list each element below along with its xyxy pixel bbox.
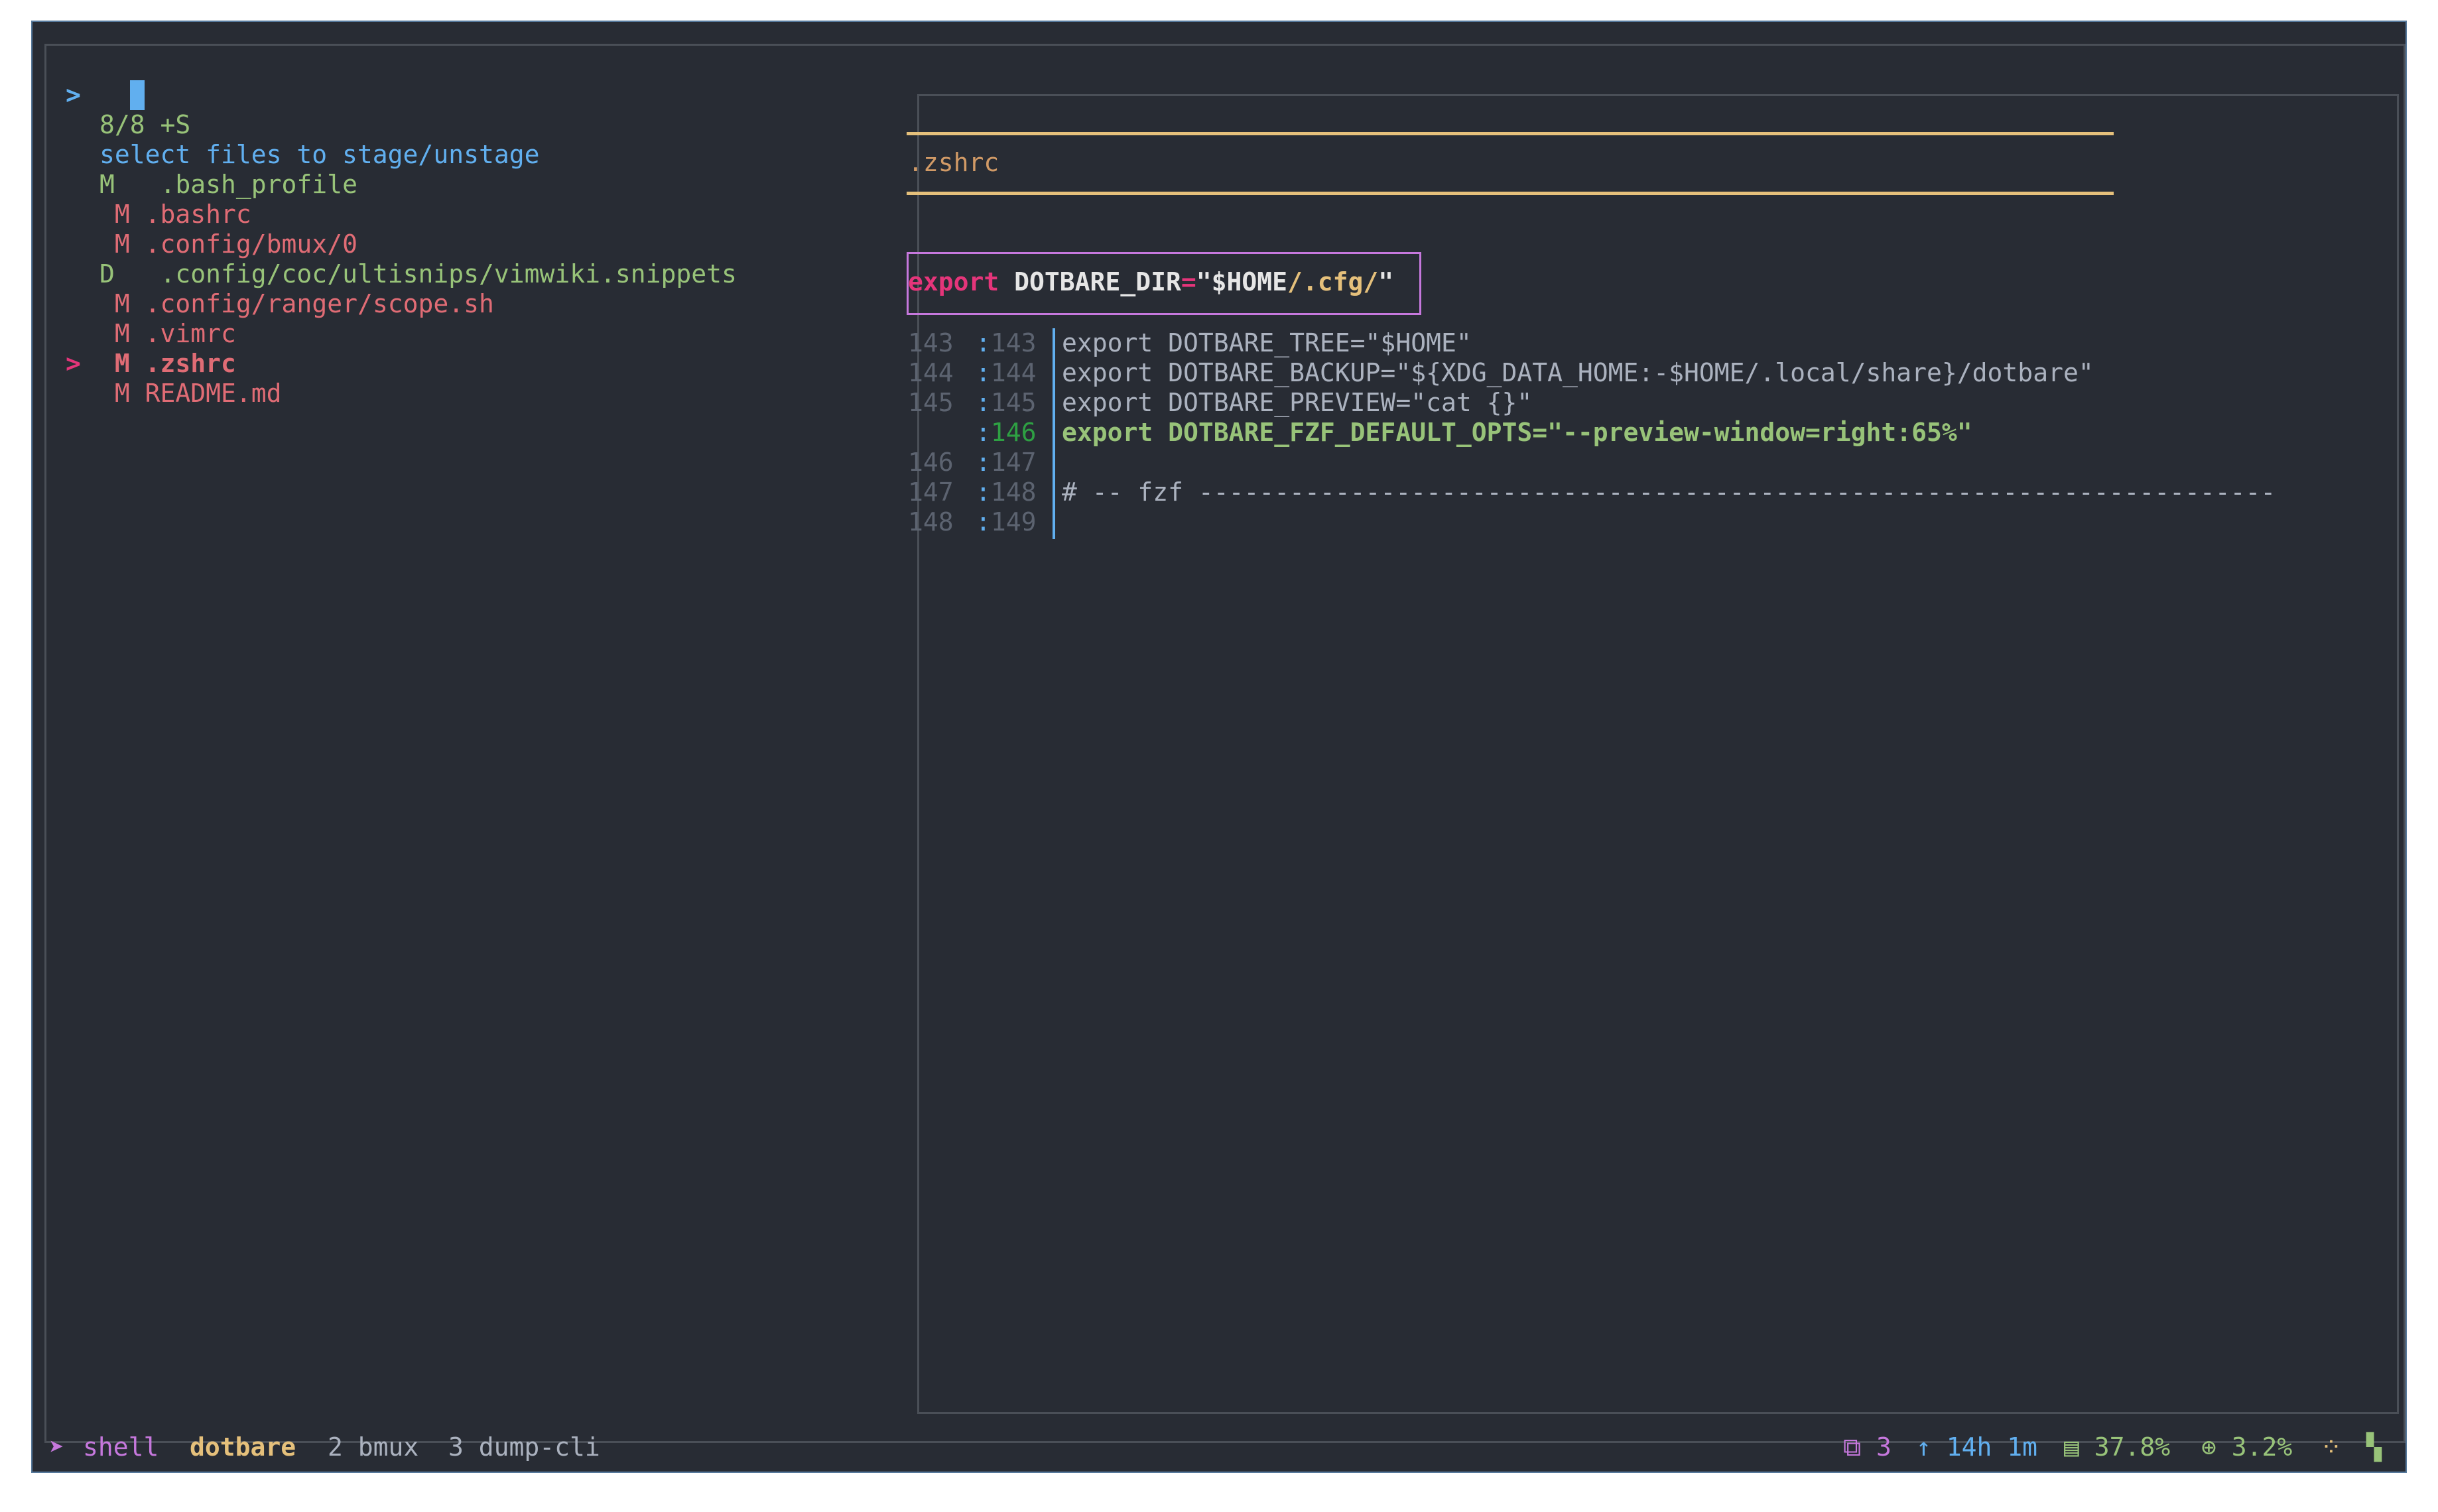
window-tab[interactable]: 2 bmux — [328, 1432, 418, 1462]
old-line-number: 147 — [908, 477, 954, 507]
hunk-keyword: export — [908, 267, 999, 296]
list-item[interactable]: M .bashrc — [99, 200, 251, 229]
panes-status: ⧉ 3 — [1843, 1432, 1892, 1462]
arrow-up-icon: ↑ — [1916, 1432, 1931, 1462]
file-path: .vimrc — [145, 319, 236, 348]
new-line-number: :147 — [976, 448, 1037, 477]
git-status: D — [99, 259, 130, 288]
git-status: M — [99, 229, 130, 259]
git-status: M — [99, 200, 130, 229]
git-status: M — [99, 349, 130, 378]
old-line-number: 148 — [908, 507, 954, 536]
hunk-header: export DOTBARE_DIR="$HOME/.cfg/" — [908, 267, 1393, 297]
hunk-quote-end: " — [1378, 267, 1394, 296]
old-line-number: 146 — [908, 448, 954, 477]
list-item[interactable]: M .bash_profile — [99, 170, 357, 200]
git-status: M — [99, 319, 130, 348]
memory-status: ▤ 37.8% — [2064, 1432, 2171, 1462]
new-line-number: :144 — [976, 358, 1037, 387]
match-count: 8/8 +S — [99, 110, 191, 139]
new-line-number: :145 — [976, 388, 1037, 417]
old-line-number: 144 — [908, 358, 954, 387]
preview-filename: .zshrc — [908, 148, 999, 177]
git-status: M — [99, 289, 130, 318]
old-line-number: 145 — [908, 388, 954, 417]
code-line: export DOTBARE_PREVIEW="cat {}" — [1062, 388, 1533, 417]
old-line-number: 143 — [908, 328, 954, 357]
list-item[interactable]: D .config/coc/ultisnips/vimwiki.snippets — [99, 259, 737, 289]
hunk-var: DOTBARE_DIR — [1014, 267, 1181, 296]
copy-icon: ⧉ — [1843, 1432, 1862, 1462]
code-line-added: export DOTBARE_FZF_DEFAULT_OPTS="--previ… — [1062, 418, 1972, 447]
git-status: M — [99, 379, 130, 408]
new-line-number: :149 — [976, 507, 1037, 536]
collapse-icon[interactable]: ⁘ — [2321, 1432, 2342, 1462]
session-name[interactable]: shell — [83, 1432, 159, 1462]
list-item[interactable]: M .config/ranger/scope.sh — [99, 289, 494, 319]
cpu-icon: ⊕ — [2201, 1432, 2216, 1462]
new-line-number: :148 — [976, 477, 1037, 507]
cpu-status: ⊕ 3.2% — [2201, 1432, 2293, 1462]
file-path: .bash_profile — [160, 170, 357, 199]
filename-rule-top — [907, 132, 2114, 135]
selection-pointer: > — [66, 349, 81, 378]
file-path: .config/ranger/scope.sh — [145, 289, 494, 318]
prompt-symbol: > — [66, 80, 81, 109]
layout-icon[interactable]: ▚ — [2366, 1432, 2382, 1462]
new-line-number-added: :146 — [976, 418, 1037, 447]
hunk-path: /.cfg/ — [1287, 267, 1379, 296]
hunk-quote: "$HOME — [1196, 267, 1288, 296]
list-item[interactable]: M .config/bmux/0 — [99, 229, 357, 259]
window-tab[interactable]: 3 dump-cli — [448, 1432, 600, 1462]
hunk-eq: = — [1181, 267, 1196, 296]
code-line: # -- fzf -------------------------------… — [1062, 477, 2276, 507]
code-line: export DOTBARE_BACKUP="${XDG_DATA_HOME:-… — [1062, 358, 2094, 387]
file-path: .config/coc/ultisnips/vimwiki.snippets — [160, 259, 737, 288]
code-line: export DOTBARE_TREE="$HOME" — [1062, 328, 1472, 357]
new-line-number: :143 — [976, 328, 1037, 357]
list-item-selected[interactable]: M .zshrc — [99, 349, 236, 379]
send-arrow-icon: ➤ — [49, 1432, 64, 1462]
uptime-status: ↑ 14h 1m — [1916, 1432, 2038, 1462]
query-input[interactable] — [130, 80, 145, 110]
window-tab-active[interactable]: dotbare — [190, 1432, 296, 1462]
list-header: select files to stage/unstage — [99, 140, 540, 169]
filename-rule-bottom — [907, 192, 2114, 195]
memory-icon: ▤ — [2064, 1432, 2079, 1462]
file-path: .config/bmux/0 — [145, 229, 357, 259]
gutter-separator — [1053, 328, 1055, 539]
list-item[interactable]: M .vimrc — [99, 319, 236, 349]
file-path: README.md — [145, 379, 282, 408]
git-status: M — [99, 170, 130, 199]
list-item[interactable]: M README.md — [99, 379, 282, 409]
file-path: .zshrc — [145, 349, 236, 378]
terminal-window: > 8/8 +S select files to stage/unstage M… — [31, 21, 2407, 1473]
file-path: .bashrc — [145, 200, 251, 229]
